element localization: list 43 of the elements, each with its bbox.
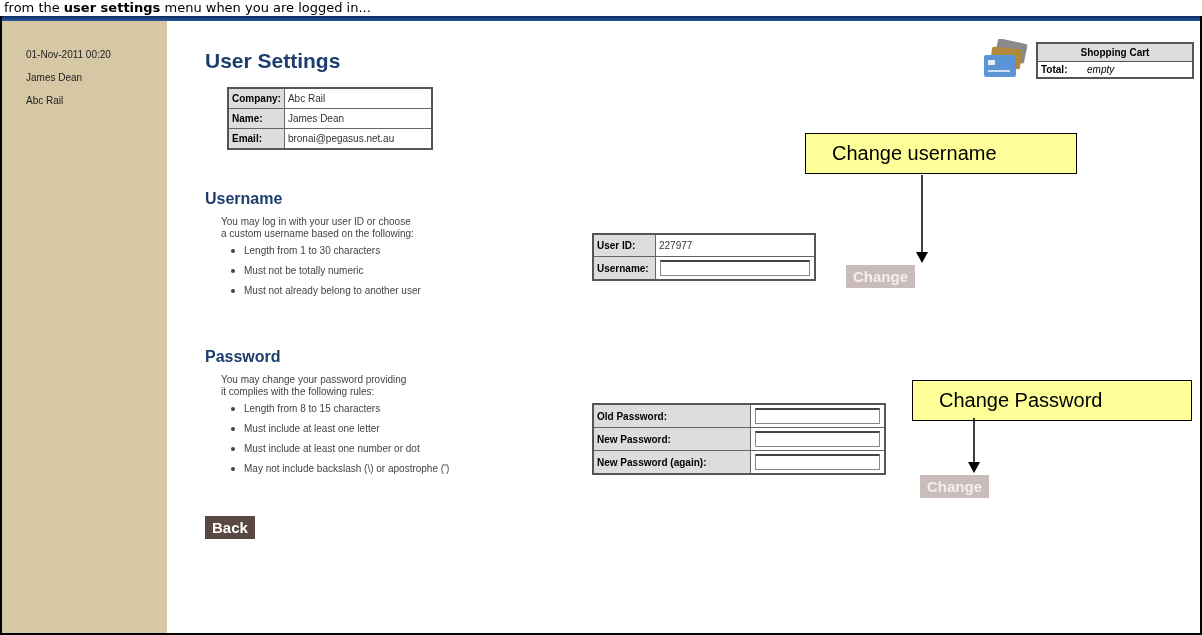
detail-label: Name: — [228, 108, 285, 129]
total-value: empty — [1084, 61, 1193, 78]
page-title: User Settings — [205, 49, 341, 73]
field-label: User ID: — [593, 234, 656, 257]
rule-item: Must not already belong to another user — [244, 284, 421, 298]
bullet-icon — [231, 467, 235, 471]
input-field[interactable] — [755, 454, 880, 470]
back-button[interactable]: Back — [205, 516, 255, 539]
field-label: Username: — [593, 256, 656, 280]
rule-item: Length from 1 to 30 characters — [244, 244, 381, 258]
section-heading: Username — [205, 190, 284, 208]
bullet-icon — [231, 269, 235, 273]
bullet-icon — [231, 447, 235, 451]
sidebar-text: James Dean — [26, 72, 84, 83]
detail-label: Company: — [228, 88, 285, 109]
field-label: New Password (again): — [593, 450, 751, 474]
sidebar-text: 01-Nov-2011 00:20 — [26, 49, 112, 60]
input-field[interactable] — [755, 408, 880, 424]
section-heading: Password — [205, 348, 282, 366]
bullet-icon — [231, 427, 235, 431]
bullet-icon — [231, 289, 235, 293]
field-label: Old Password: — [593, 404, 751, 428]
rule-item: Must include at least one number or dot — [244, 442, 420, 456]
cart-title: Shopping Cart — [1037, 42, 1193, 61]
input-field[interactable] — [755, 431, 880, 447]
caption-text: from the user settings menu when you are logged in... — [3, 0, 372, 16]
arrow-icon — [916, 175, 928, 263]
total-label: Total: — [1037, 61, 1084, 78]
bullet-icon — [231, 407, 235, 411]
rule-item: Must not be totally numeric — [244, 264, 364, 278]
callout-note: Change username — [805, 133, 1077, 174]
section-intro: You may log in with your user ID or choose a custom username based on the following: — [221, 216, 415, 240]
bullet-icon — [231, 249, 235, 253]
callout-note: Change Password — [912, 380, 1192, 421]
field-label: New Password: — [593, 427, 751, 451]
section-intro: You may change your password providing it complies with the following rules: — [221, 374, 408, 398]
rule-item: May not include backslash (\) or apostrophe (') — [244, 462, 450, 476]
sidebar-text: Abc Rail — [26, 95, 65, 106]
rule-item: Must include at least one letter — [244, 422, 380, 436]
detail-label: Email: — [228, 128, 285, 149]
rule-item: Length from 8 to 15 characters — [244, 402, 381, 416]
input-field[interactable] — [660, 260, 810, 276]
arrow-icon — [968, 418, 980, 473]
